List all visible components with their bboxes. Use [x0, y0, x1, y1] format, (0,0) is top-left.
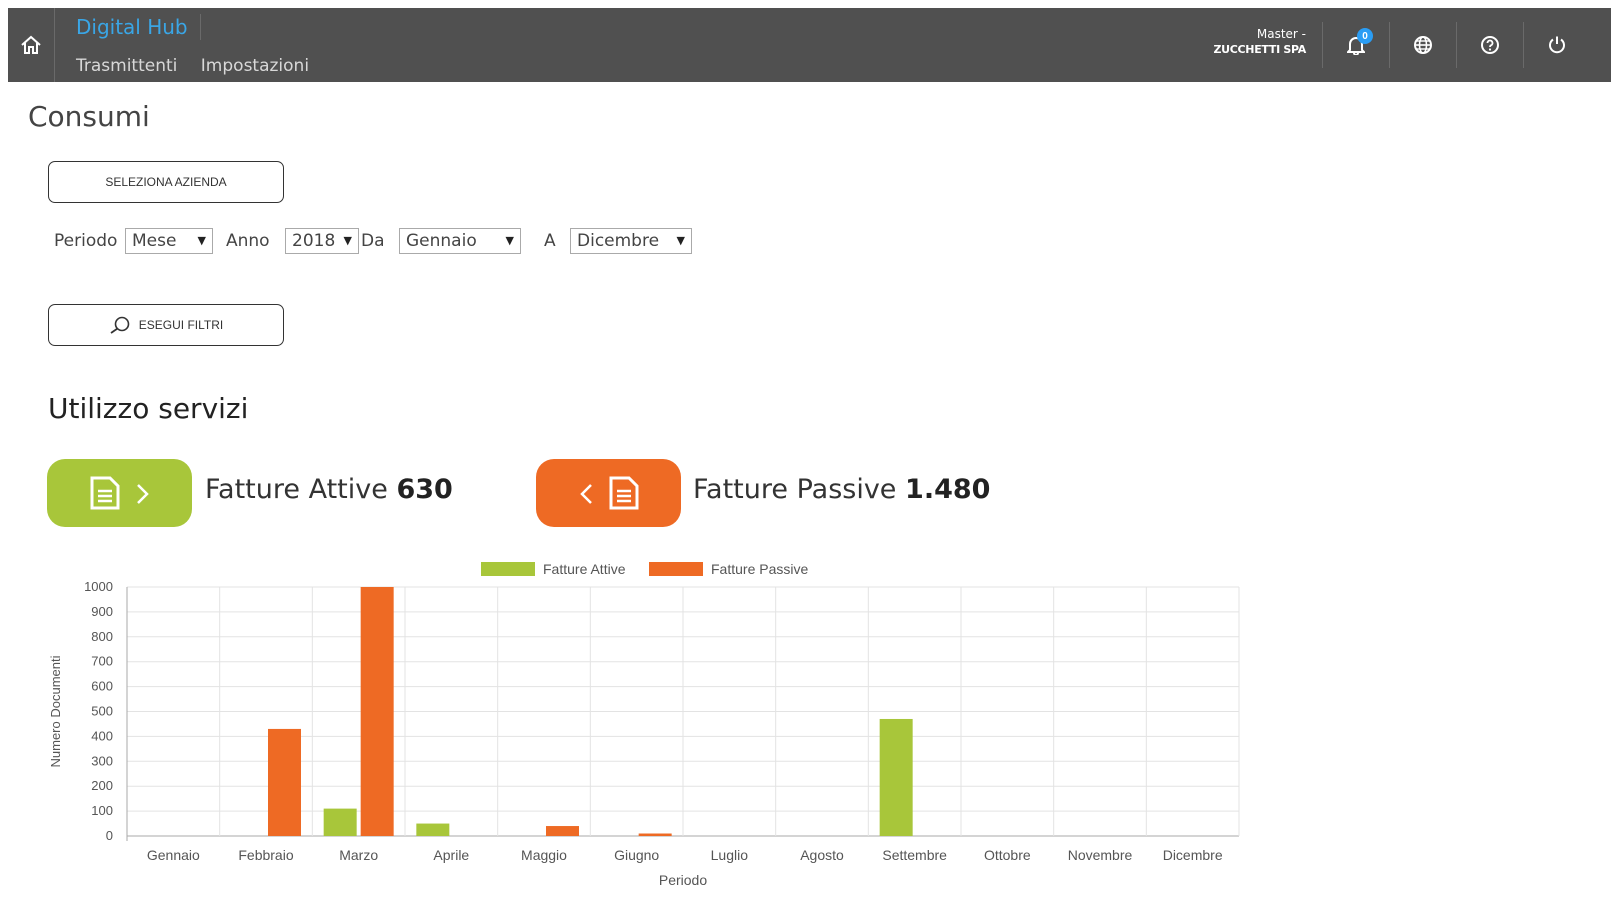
x-tick-label: Gennaio — [147, 847, 200, 863]
globe-icon — [1414, 36, 1432, 54]
bar-fatture-passive — [546, 826, 579, 836]
from-month-value: Gennaio — [406, 231, 477, 251]
dropdown-arrow-icon: ▼ — [676, 234, 685, 247]
x-tick-label: Settembre — [882, 847, 947, 863]
notification-badge: 0 — [1357, 28, 1373, 44]
period-select-value: Mese — [132, 231, 177, 251]
from-month-select[interactable]: Gennaio ▼ — [399, 228, 521, 254]
document-icon — [90, 476, 119, 510]
x-tick-label: Ottobre — [984, 847, 1031, 863]
top-bar: Digital Hub Trasmittenti Impostazioni Ma… — [8, 8, 1611, 82]
passive-invoices-value: 1.480 — [905, 474, 991, 505]
legend-swatch — [649, 562, 703, 576]
run-filters-button[interactable]: ESEGUI FILTRI — [48, 304, 284, 346]
chevron-left-icon — [579, 484, 592, 504]
from-label: Da — [361, 231, 385, 251]
logout-button[interactable] — [1523, 22, 1590, 68]
user-name: Master - — [1256, 27, 1306, 41]
run-filters-label: ESEGUI FILTRI — [138, 318, 224, 332]
period-select[interactable]: Mese ▼ — [125, 228, 213, 254]
active-invoices-value: 630 — [396, 474, 453, 505]
app-brand[interactable]: Digital Hub — [76, 14, 201, 40]
y-tick-label: 600 — [91, 679, 113, 694]
y-tick-label: 200 — [91, 778, 113, 793]
x-tick-label: Febbraio — [238, 847, 293, 863]
to-label: A — [544, 231, 556, 251]
year-label: Anno — [226, 231, 270, 251]
x-tick-label: Aprile — [433, 847, 469, 863]
user-info[interactable]: Master - ZUCCHETTI SPA — [1213, 27, 1306, 57]
section-title: Utilizzo servizi — [48, 392, 249, 425]
chevron-right-icon — [136, 484, 149, 504]
x-tick-label: Maggio — [521, 847, 567, 863]
legend-label: Fatture Attive — [543, 561, 626, 577]
bar-fatture-attive — [323, 808, 357, 836]
period-label: Periodo — [54, 231, 118, 251]
x-tick-label: Agosto — [800, 847, 844, 863]
y-tick-label: 900 — [91, 604, 113, 619]
y-tick-label: 800 — [91, 629, 113, 644]
bar-fatture-attive — [879, 718, 913, 836]
y-tick-label: 0 — [106, 828, 113, 843]
power-icon — [1549, 36, 1565, 54]
year-select-value: 2018 — [292, 231, 336, 251]
language-button[interactable] — [1389, 22, 1456, 68]
nav-item-impostazioni[interactable]: Impostazioni — [201, 56, 309, 76]
select-company-label: SELEZIONA AZIENDA — [105, 175, 227, 189]
year-select[interactable]: 2018 ▼ — [285, 228, 359, 254]
bar-fatture-attive — [416, 823, 450, 836]
y-tick-label: 700 — [91, 654, 113, 669]
y-tick-label: 1000 — [84, 579, 113, 594]
home-button[interactable] — [8, 8, 55, 82]
x-axis-label: Periodo — [659, 872, 707, 888]
x-tick-label: Giugno — [614, 847, 659, 863]
notifications-button[interactable]: 0 — [1322, 22, 1389, 68]
dropdown-arrow-icon: ▼ — [343, 234, 352, 247]
select-company-button[interactable]: SELEZIONA AZIENDA — [48, 161, 284, 203]
y-tick-label: 100 — [91, 803, 113, 818]
x-tick-label: Luglio — [711, 847, 749, 863]
dropdown-arrow-icon: ▼ — [505, 234, 514, 247]
page-title: Consumi — [28, 100, 150, 133]
passive-invoices-button[interactable] — [536, 459, 681, 527]
x-tick-label: Novembre — [1068, 847, 1133, 863]
passive-invoices-label: Fatture Passive — [693, 474, 897, 505]
nav-item-trasmittenti[interactable]: Trasmittenti — [76, 56, 177, 76]
y-tick-label: 500 — [91, 704, 113, 719]
document-icon — [609, 476, 638, 510]
y-tick-label: 400 — [91, 728, 113, 743]
home-icon — [21, 35, 41, 54]
help-icon — [1481, 36, 1499, 54]
y-tick-label: 300 — [91, 753, 113, 768]
bar-fatture-passive — [360, 587, 394, 836]
active-invoices-label: Fatture Attive — [205, 474, 388, 505]
dropdown-arrow-icon: ▼ — [197, 234, 206, 247]
legend-label: Fatture Passive — [711, 561, 808, 577]
x-tick-label: Marzo — [339, 847, 378, 863]
to-month-select[interactable]: Dicembre ▼ — [570, 228, 692, 254]
to-month-value: Dicembre — [577, 231, 660, 251]
usage-bar-chart: 0 100 200 300 400 500 600 700 800 900 1000 Gennaio F… — [48, 561, 1240, 888]
top-nav: Trasmittenti Impostazioni — [76, 56, 327, 76]
passive-invoices-stat: Fatture Passive 1.480 — [693, 474, 990, 505]
legend-swatch — [481, 562, 535, 576]
y-axis-label: Numero Documenti — [48, 655, 63, 767]
bar-fatture-passive — [268, 728, 301, 836]
user-company: ZUCCHETTI SPA — [1213, 43, 1306, 56]
bar-fatture-passive — [638, 833, 672, 836]
active-invoices-button[interactable] — [47, 459, 192, 527]
search-icon — [110, 316, 130, 334]
active-invoices-stat: Fatture Attive 630 — [205, 474, 453, 505]
x-tick-label: Dicembre — [1163, 847, 1223, 863]
help-button[interactable] — [1456, 22, 1523, 68]
